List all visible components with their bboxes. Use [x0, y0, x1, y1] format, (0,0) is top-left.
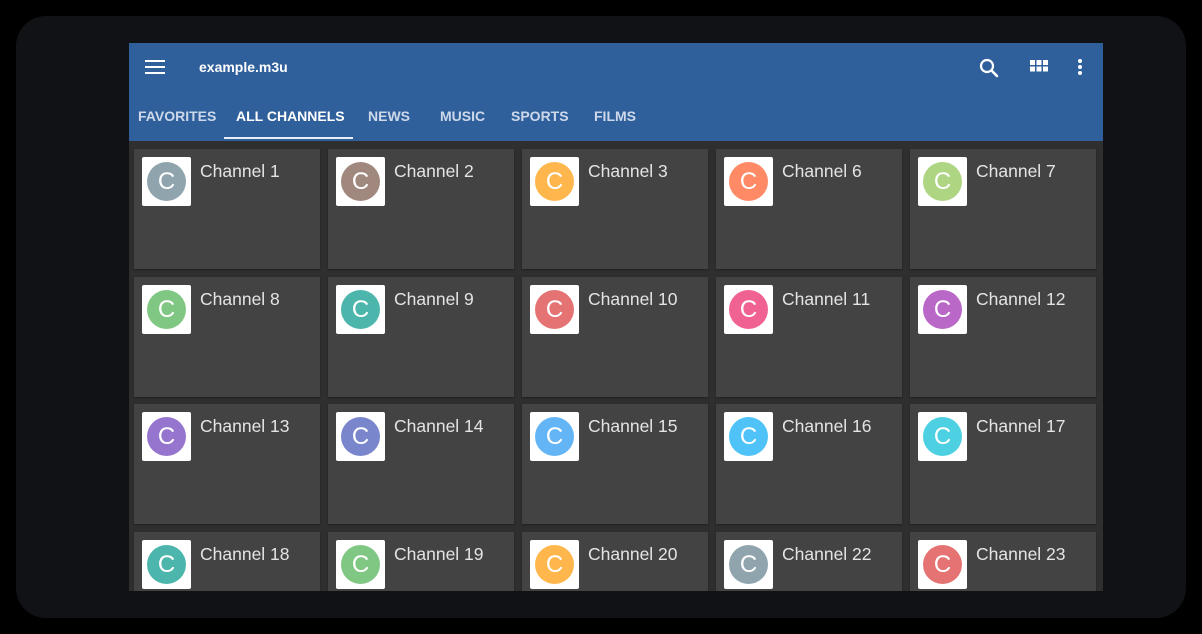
channel-card[interactable]: C Channel 10 — [522, 277, 708, 397]
search-icon[interactable] — [975, 55, 1003, 81]
channel-card[interactable]: C Channel 2 — [328, 149, 514, 269]
channel-card[interactable]: C Channel 18 — [134, 532, 320, 591]
tab-sports[interactable]: SPORTS — [511, 95, 569, 141]
channel-name: Channel 13 — [200, 416, 290, 436]
channel-name: Channel 22 — [782, 544, 872, 564]
channel-name: Channel 20 — [588, 544, 678, 564]
channel-logo: C — [142, 285, 191, 334]
channel-logo: C — [530, 540, 579, 589]
channel-name: Channel 3 — [588, 161, 668, 181]
channel-logo: C — [142, 540, 191, 589]
channel-avatar: C — [341, 162, 380, 201]
channel-logo: C — [142, 412, 191, 461]
channel-avatar: C — [729, 545, 768, 584]
channel-name: Channel 15 — [588, 416, 678, 436]
channel-avatar: C — [147, 417, 186, 456]
channel-logo: C — [142, 157, 191, 206]
channel-avatar: C — [923, 162, 962, 201]
channel-name: Channel 6 — [782, 161, 862, 181]
channel-avatar: C — [535, 545, 574, 584]
channel-name: Channel 12 — [976, 289, 1066, 309]
channel-card[interactable]: C Channel 16 — [716, 404, 902, 524]
menu-icon[interactable] — [141, 55, 169, 81]
channel-logo: C — [530, 157, 579, 206]
channel-logo: C — [918, 157, 967, 206]
channel-avatar: C — [341, 545, 380, 584]
channel-avatar: C — [729, 417, 768, 456]
channel-avatar: C — [147, 162, 186, 201]
channel-avatar: C — [923, 290, 962, 329]
category-tabs: FAVORITES ALL CHANNELS NEWS MUSIC SPORTS… — [129, 95, 1103, 141]
app-screen: example.m3u FAVORITES ALL CHANNELS NEWS … — [129, 43, 1103, 591]
channel-card[interactable]: C Channel 8 — [134, 277, 320, 397]
channel-logo: C — [336, 157, 385, 206]
channel-logo: C — [336, 412, 385, 461]
channel-name: Channel 17 — [976, 416, 1066, 436]
channel-card[interactable]: C Channel 22 — [716, 532, 902, 591]
channel-name: Channel 11 — [782, 289, 871, 309]
active-tab-indicator — [224, 137, 353, 139]
channel-card[interactable]: C Channel 12 — [910, 277, 1096, 397]
channel-card[interactable]: C Channel 1 — [134, 149, 320, 269]
channel-card[interactable]: C Channel 14 — [328, 404, 514, 524]
channel-name: Channel 2 — [394, 161, 474, 181]
channel-name: Channel 10 — [588, 289, 678, 309]
channel-card[interactable]: C Channel 15 — [522, 404, 708, 524]
channel-logo: C — [530, 412, 579, 461]
channel-card[interactable]: C Channel 19 — [328, 532, 514, 591]
tab-news[interactable]: NEWS — [368, 95, 410, 141]
channel-name: Channel 23 — [976, 544, 1066, 564]
channel-card[interactable]: C Channel 13 — [134, 404, 320, 524]
app-bar: example.m3u FAVORITES ALL CHANNELS NEWS … — [129, 43, 1103, 141]
channel-logo: C — [918, 412, 967, 461]
channel-avatar: C — [341, 417, 380, 456]
channel-name: Channel 7 — [976, 161, 1056, 181]
tab-music[interactable]: MUSIC — [440, 95, 485, 141]
channel-name: Channel 1 — [200, 161, 280, 181]
playlist-title: example.m3u — [199, 59, 288, 75]
channel-logo: C — [918, 540, 967, 589]
channel-name: Channel 19 — [394, 544, 484, 564]
channel-card[interactable]: C Channel 7 — [910, 149, 1096, 269]
grid-view-icon[interactable] — [1025, 55, 1053, 81]
channel-avatar: C — [729, 162, 768, 201]
channel-card[interactable]: C Channel 11 — [716, 277, 902, 397]
channel-logo: C — [336, 285, 385, 334]
tab-films[interactable]: FILMS — [594, 95, 636, 141]
channel-logo: C — [724, 157, 773, 206]
channel-avatar: C — [923, 545, 962, 584]
channel-avatar: C — [535, 417, 574, 456]
channel-name: Channel 9 — [394, 289, 474, 309]
channel-card[interactable]: C Channel 6 — [716, 149, 902, 269]
channel-name: Channel 18 — [200, 544, 290, 564]
tab-favorites[interactable]: FAVORITES — [138, 95, 216, 141]
channel-card[interactable]: C Channel 9 — [328, 277, 514, 397]
channel-avatar: C — [341, 290, 380, 329]
channel-avatar: C — [147, 545, 186, 584]
channel-name: Channel 8 — [200, 289, 280, 309]
channel-avatar: C — [923, 417, 962, 456]
channel-logo: C — [918, 285, 967, 334]
channel-logo: C — [724, 412, 773, 461]
channel-logo: C — [724, 540, 773, 589]
channel-card[interactable]: C Channel 20 — [522, 532, 708, 591]
channel-avatar: C — [535, 162, 574, 201]
channel-avatar: C — [729, 290, 768, 329]
channel-name: Channel 14 — [394, 416, 484, 436]
channel-avatar: C — [147, 290, 186, 329]
channel-name: Channel 16 — [782, 416, 872, 436]
channel-card[interactable]: C Channel 3 — [522, 149, 708, 269]
tab-all-channels[interactable]: ALL CHANNELS — [236, 95, 345, 141]
channel-card[interactable]: C Channel 23 — [910, 532, 1096, 591]
channel-logo: C — [336, 540, 385, 589]
more-vert-icon[interactable] — [1066, 55, 1094, 81]
channel-logo: C — [530, 285, 579, 334]
channel-card[interactable]: C Channel 17 — [910, 404, 1096, 524]
channel-logo: C — [724, 285, 773, 334]
channel-avatar: C — [535, 290, 574, 329]
